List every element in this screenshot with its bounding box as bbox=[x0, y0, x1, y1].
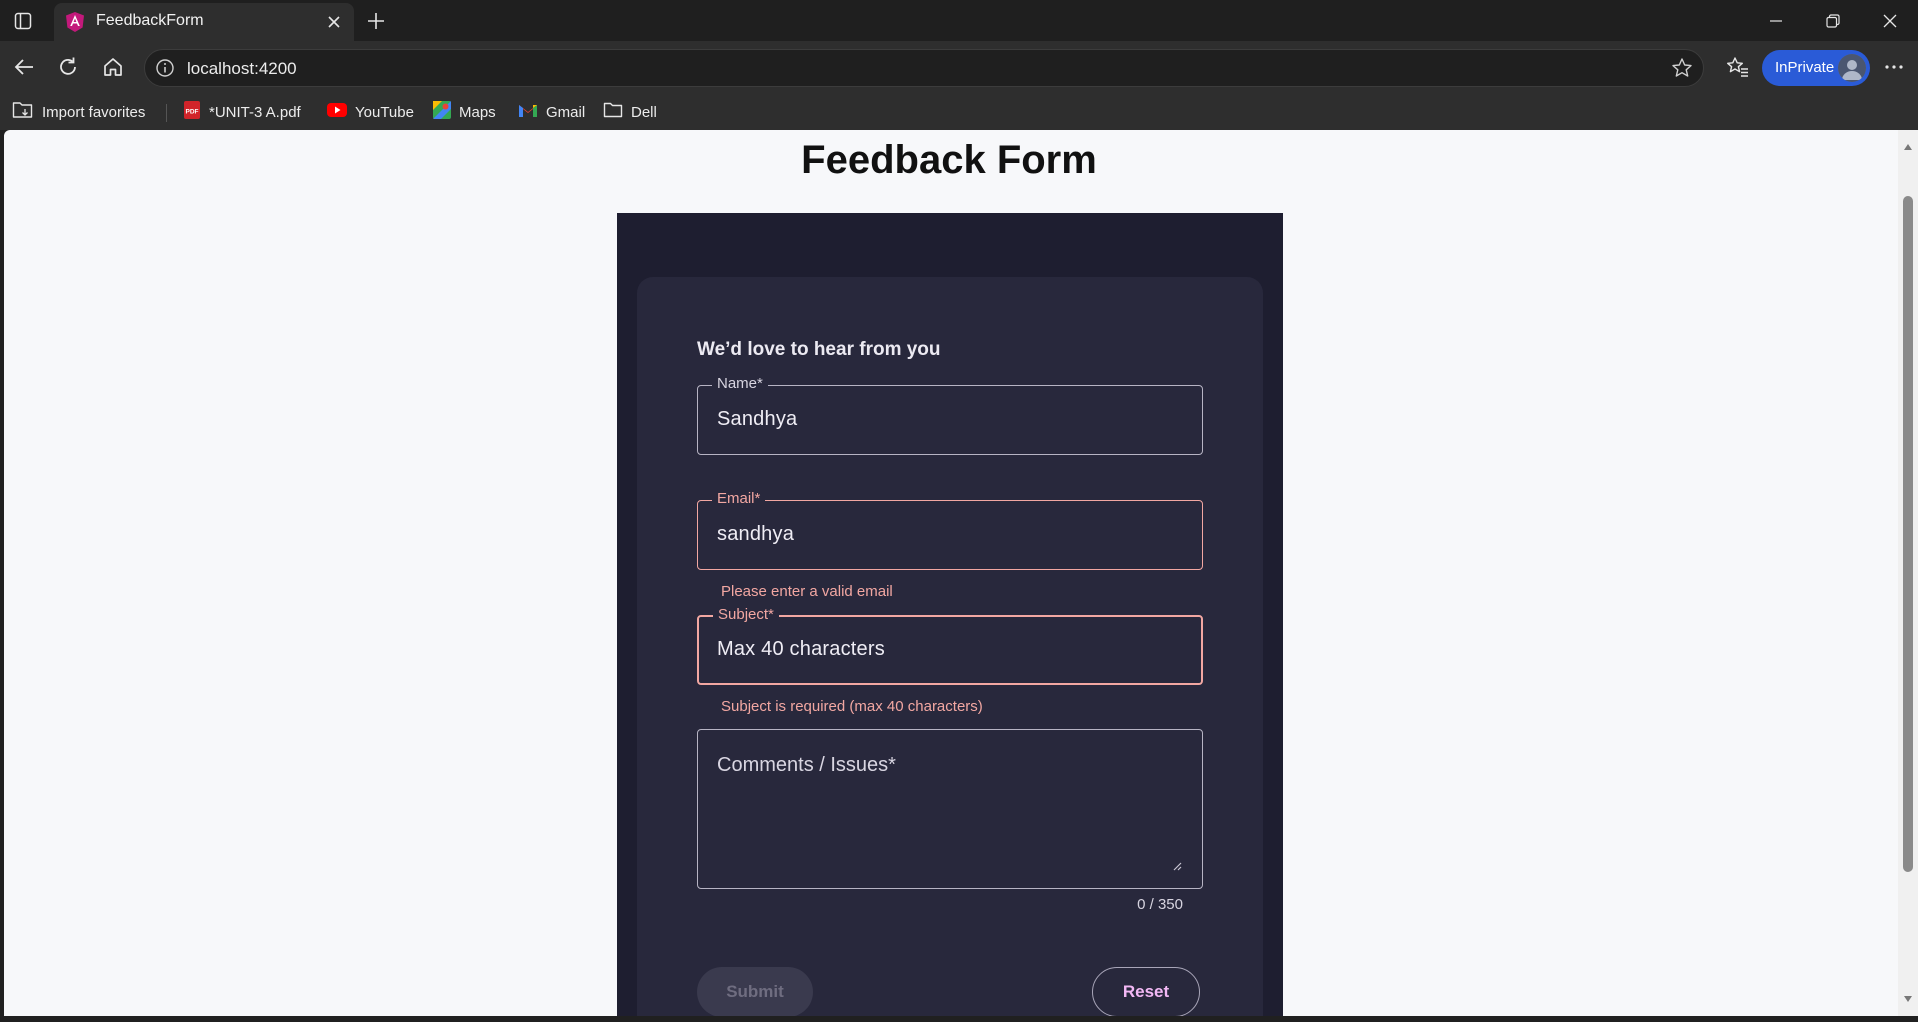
maps-icon bbox=[433, 101, 451, 123]
feedback-card: We’d love to hear from you Name* Sandhya… bbox=[637, 277, 1263, 1016]
name-value: Sandhya bbox=[717, 408, 798, 430]
name-label: Name* bbox=[712, 375, 768, 392]
tab-actions-icon[interactable] bbox=[10, 8, 36, 34]
site-info-icon[interactable] bbox=[155, 58, 175, 78]
bookmark-label: Gmail bbox=[546, 103, 586, 121]
resize-grip-icon[interactable] bbox=[1172, 858, 1182, 871]
folder-icon bbox=[603, 101, 623, 123]
svg-text:PDF: PDF bbox=[186, 109, 199, 116]
inprivate-label: InPrivate bbox=[1775, 59, 1835, 76]
favorites-icon[interactable] bbox=[1722, 51, 1754, 83]
comments-placeholder: Comments / Issues* bbox=[717, 754, 896, 776]
subject-field[interactable]: Subject* Max 40 characters bbox=[697, 606, 1203, 685]
avatar bbox=[1838, 54, 1866, 82]
minimize-icon[interactable] bbox=[1747, 0, 1804, 41]
pdf-icon: PDF bbox=[183, 100, 201, 124]
home-icon[interactable] bbox=[97, 51, 129, 83]
import-icon bbox=[12, 100, 34, 124]
form-panel: We’d love to hear from you Name* Sandhya… bbox=[617, 213, 1283, 1016]
page-title: Feedback Form bbox=[801, 138, 1097, 182]
bookmark-gmail[interactable]: Gmail bbox=[518, 100, 585, 124]
address-bar[interactable]: localhost:4200 bbox=[144, 49, 1704, 87]
page-viewport: Feedback Form We’d love to hear from you… bbox=[4, 130, 1898, 1016]
refresh-icon[interactable] bbox=[52, 51, 84, 83]
new-tab-icon[interactable] bbox=[362, 8, 390, 34]
youtube-icon bbox=[327, 102, 347, 122]
email-value: sandhya bbox=[717, 523, 795, 545]
bookmarks-bar: Import favorites PDF *UNIT-3 A.pdf YouTu… bbox=[0, 94, 1918, 130]
email-error-message: Please enter a valid email bbox=[721, 583, 893, 600]
bookmark-unit-3-pdf[interactable]: PDF *UNIT-3 A.pdf bbox=[183, 100, 301, 124]
bookmark-maps[interactable]: Maps bbox=[433, 100, 496, 124]
page-scrollbar[interactable] bbox=[1898, 130, 1918, 1016]
form-heading: We’d love to hear from you bbox=[697, 339, 941, 360]
email-label: Email* bbox=[712, 490, 766, 507]
favorite-star-icon[interactable] bbox=[1671, 57, 1693, 79]
browser-tab[interactable]: FeedbackForm bbox=[54, 3, 354, 41]
bookmark-label: Import favorites bbox=[42, 103, 146, 121]
bookmark-separator bbox=[166, 104, 167, 122]
subject-label: Subject* bbox=[713, 606, 779, 623]
bookmark-label: Dell bbox=[631, 103, 657, 121]
scrollbar-thumb[interactable] bbox=[1903, 196, 1913, 872]
subject-error-message: Subject is required (max 40 characters) bbox=[721, 698, 983, 715]
bookmark-label: YouTube bbox=[355, 103, 414, 121]
gmail-icon bbox=[518, 102, 538, 122]
name-field[interactable]: Name* Sandhya bbox=[697, 375, 1203, 455]
bookmark-youtube[interactable]: YouTube bbox=[327, 100, 414, 124]
scroll-up-arrow-icon[interactable] bbox=[1903, 138, 1913, 156]
scroll-down-arrow-icon[interactable] bbox=[1903, 990, 1913, 1008]
back-icon[interactable] bbox=[8, 51, 40, 83]
submit-button[interactable]: Submit bbox=[697, 967, 813, 1016]
bookmark-label: *UNIT-3 A.pdf bbox=[209, 103, 301, 121]
bookmark-dell[interactable]: Dell bbox=[603, 100, 657, 124]
comments-textarea[interactable]: Comments / Issues* bbox=[697, 729, 1203, 889]
url-text: localhost:4200 bbox=[187, 59, 297, 78]
subject-placeholder: Max 40 characters bbox=[717, 638, 885, 660]
bookmark-label: Maps bbox=[459, 103, 496, 121]
browser-toolbar: localhost:4200 InPrivate bbox=[0, 41, 1918, 94]
title-bar: FeedbackForm bbox=[0, 0, 1918, 41]
bookmark-import-favorites[interactable]: Import favorites bbox=[12, 100, 145, 124]
email-field[interactable]: Email* sandhya bbox=[697, 490, 1203, 570]
restore-icon[interactable] bbox=[1804, 0, 1861, 41]
close-tab-icon[interactable] bbox=[322, 10, 346, 34]
angular-favicon-icon bbox=[64, 11, 86, 33]
inprivate-button[interactable]: InPrivate bbox=[1762, 50, 1870, 86]
tab-title: FeedbackForm bbox=[96, 12, 204, 29]
close-window-icon[interactable] bbox=[1861, 0, 1918, 41]
character-counter: 0 / 350 bbox=[1137, 896, 1183, 913]
more-menu-icon[interactable] bbox=[1878, 51, 1910, 83]
reset-button[interactable]: Reset bbox=[1092, 967, 1200, 1016]
